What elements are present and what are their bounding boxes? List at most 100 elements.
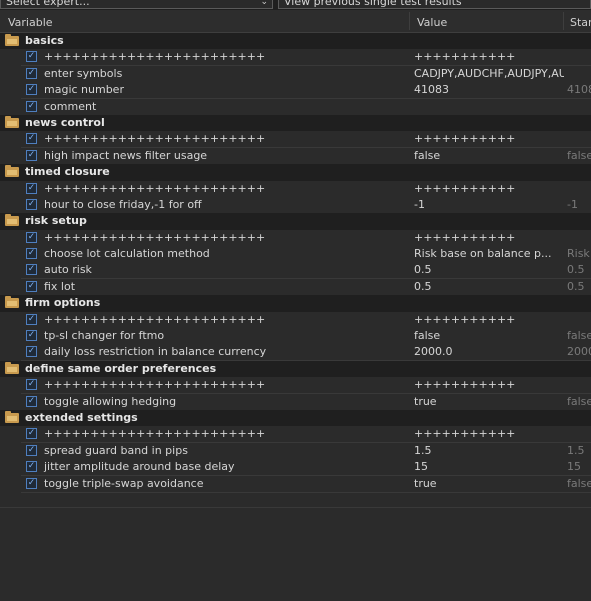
parameter-checkbox[interactable]: ✓ — [26, 133, 37, 145]
parameter-name: ++++++++++++++++++++++++ — [44, 378, 266, 392]
parameter-value[interactable]: Risk base on balance p... — [414, 246, 564, 262]
parameter-value[interactable]: +++++++++++ — [414, 49, 564, 65]
parameter-checkbox[interactable]: ✓ — [26, 198, 37, 210]
parameter-start[interactable]: false — [567, 328, 591, 344]
parameter-value[interactable]: +++++++++++ — [414, 426, 564, 442]
parameter-value[interactable]: +++++++++++ — [414, 377, 564, 393]
parameter-row[interactable]: ✓ tp-sl changer for ftmo false false — [0, 328, 591, 346]
parameter-checkbox[interactable]: ✓ — [26, 264, 37, 276]
parameter-checkbox[interactable]: ✓ — [26, 280, 37, 292]
parameter-name: ++++++++++++++++++++++++ — [44, 427, 266, 441]
column-header-variable[interactable]: Variable — [8, 16, 53, 29]
column-header-value[interactable]: Value — [417, 16, 447, 29]
parameter-checkbox[interactable]: ✓ — [26, 182, 37, 194]
parameter-row[interactable]: ✓ ++++++++++++++++++++++++ +++++++++++ — [0, 377, 591, 395]
parameter-checkbox[interactable]: ✓ — [26, 313, 37, 325]
parameter-value[interactable]: +++++++++++ — [414, 312, 564, 328]
group-row[interactable]: define same order preferences — [0, 360, 591, 378]
parameter-row[interactable]: ✓ choose lot calculation method Risk base … — [0, 246, 591, 264]
group-row[interactable]: timed closure — [0, 164, 591, 181]
parameter-checkbox[interactable]: ✓ — [26, 149, 37, 161]
parameter-start[interactable]: 15 — [567, 459, 591, 475]
parameter-start[interactable]: 1.5 — [567, 443, 591, 459]
parameter-row[interactable]: ✓ ++++++++++++++++++++++++ +++++++++++ — [0, 229, 591, 247]
parameter-name: ++++++++++++++++++++++++ — [44, 132, 266, 146]
group-name: timed closure — [25, 165, 110, 179]
parameter-checkbox[interactable]: ✓ — [26, 330, 37, 342]
column-divider[interactable] — [409, 12, 410, 30]
parameter-row[interactable]: ✓ ++++++++++++++++++++++++ +++++++++++ — [0, 311, 591, 329]
parameter-checkbox[interactable]: ✓ — [26, 428, 37, 440]
parameter-row[interactable]: ✓ spread guard band in pips 1.5 1.5 — [0, 442, 591, 460]
parameter-value[interactable]: true — [414, 476, 564, 492]
parameter-name: jitter amplitude around base delay — [44, 460, 235, 474]
folder-icon — [5, 296, 19, 309]
parameter-value[interactable]: +++++++++++ — [414, 131, 564, 147]
parameter-value[interactable]: -1 — [414, 197, 564, 213]
parameter-value[interactable]: 15 — [414, 459, 564, 475]
parameter-checkbox[interactable]: ✓ — [26, 51, 37, 63]
parameter-value[interactable]: false — [414, 328, 564, 344]
expert-select[interactable]: Select expert... ⌄ — [0, 0, 273, 9]
parameter-row[interactable]: ✓ daily loss restriction in balance curre… — [0, 344, 591, 362]
view-results-button[interactable]: View previous single test results — [278, 0, 591, 9]
parameter-checkbox[interactable]: ✓ — [26, 477, 37, 489]
parameter-value[interactable]: false — [414, 148, 564, 164]
parameter-value[interactable]: true — [414, 394, 564, 410]
parameter-start[interactable]: 4108 — [567, 82, 591, 98]
parameter-value[interactable]: 1.5 — [414, 443, 564, 459]
parameter-value[interactable]: 0.5 — [414, 279, 564, 295]
parameter-value[interactable]: CADJPY,AUDCHF,AUDJPY,AUD — [414, 66, 564, 82]
parameter-start[interactable]: -1 — [567, 197, 591, 213]
parameter-row[interactable]: ✓ enter symbols CADJPY,AUDCHF,AUDJPY,AUD — [0, 65, 591, 83]
parameter-value[interactable]: 0.5 — [414, 262, 564, 278]
folder-icon — [5, 361, 19, 374]
parameter-row[interactable]: ✓ toggle allowing hedging true false — [0, 393, 591, 411]
parameter-row[interactable]: ✓ magic number 410834108 — [0, 82, 591, 100]
group-row[interactable]: risk setup — [0, 213, 591, 230]
parameter-row[interactable]: ✓ ++++++++++++++++++++++++ +++++++++++ — [0, 426, 591, 444]
column-header-start[interactable]: Start — [570, 16, 591, 29]
parameter-row[interactable]: ✓ hour to close friday,-1 for off -1 -1 — [0, 196, 591, 214]
parameter-checkbox[interactable]: ✓ — [26, 461, 37, 473]
group-row[interactable]: firm options — [0, 295, 591, 312]
table-header: Variable Value Start — [0, 10, 591, 33]
parameter-value[interactable]: 41083 — [414, 82, 564, 98]
parameter-row[interactable]: ✓ ++++++++++++++++++++++++ +++++++++++ — [0, 49, 591, 67]
parameter-row[interactable]: ✓ comment — [0, 98, 591, 116]
parameter-start[interactable]: false — [567, 148, 591, 164]
parameter-checkbox[interactable]: ✓ — [26, 379, 37, 391]
parameter-start[interactable]: 0.5 — [567, 279, 591, 295]
group-row[interactable]: news control — [0, 114, 591, 132]
parameter-row[interactable]: ✓ auto risk 0.5 0.5 — [0, 262, 591, 280]
group-name: basics — [25, 34, 64, 47]
group-row[interactable]: basics — [0, 33, 591, 50]
parameter-value[interactable]: +++++++++++ — [414, 181, 564, 197]
parameter-checkbox[interactable]: ✓ — [26, 346, 37, 358]
group-name: firm options — [25, 296, 101, 310]
parameter-value[interactable]: 2000.0 — [414, 344, 564, 360]
parameter-row[interactable]: ✓ ++++++++++++++++++++++++ +++++++++++ — [0, 180, 591, 198]
parameter-start[interactable]: 2000 — [567, 344, 591, 360]
parameter-value[interactable]: +++++++++++ — [414, 230, 564, 246]
parameter-checkbox[interactable]: ✓ — [26, 248, 37, 260]
parameter-start[interactable]: false — [567, 394, 591, 410]
parameter-name: ++++++++++++++++++++++++ — [44, 50, 266, 64]
parameter-checkbox[interactable]: ✓ — [26, 395, 37, 407]
parameter-start[interactable]: false — [567, 476, 591, 492]
parameter-row[interactable]: ✓ fix lot 0.5 0.5 — [0, 278, 591, 296]
parameter-start[interactable]: Risk — [567, 246, 591, 262]
parameter-row[interactable]: ✓ toggle triple-swap avoidance true false — [0, 475, 591, 493]
group-row[interactable]: extended settings — [0, 409, 591, 427]
parameter-checkbox[interactable]: ✓ — [26, 444, 37, 456]
parameter-row[interactable]: ✓ high impact news filter usage false false — [0, 147, 591, 165]
parameter-row[interactable]: ✓ jitter amplitude around base delay 15 15 — [0, 459, 591, 477]
parameter-checkbox[interactable]: ✓ — [26, 84, 37, 96]
parameter-checkbox[interactable]: ✓ — [26, 231, 37, 243]
parameter-checkbox[interactable]: ✓ — [26, 67, 37, 79]
parameter-name: ++++++++++++++++++++++++ — [44, 312, 266, 326]
column-divider[interactable] — [563, 12, 564, 30]
parameter-checkbox[interactable]: ✓ — [26, 100, 37, 112]
parameter-row[interactable]: ✓ ++++++++++++++++++++++++ +++++++++++ — [0, 131, 591, 149]
parameter-start[interactable]: 0.5 — [567, 262, 591, 278]
